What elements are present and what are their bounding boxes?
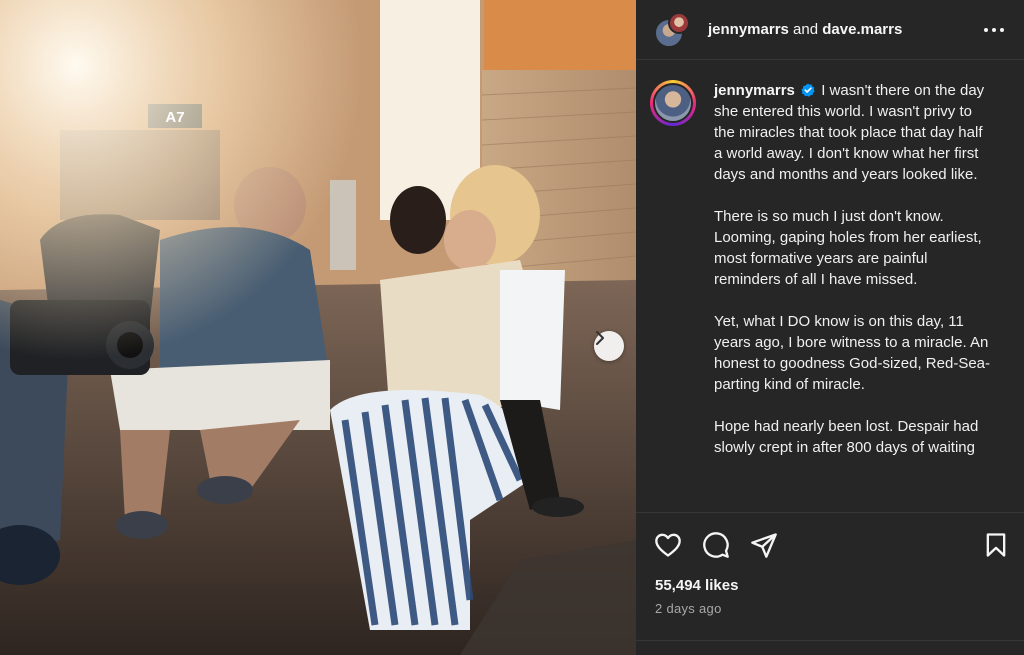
more-icon[interactable] <box>984 20 1004 40</box>
caption-area: jennymarrs I wasn't there on the day she… <box>636 60 1024 512</box>
caption-paragraph: There is so much I just don't know. Loom… <box>714 208 982 288</box>
caption-avatar[interactable] <box>650 80 696 126</box>
next-photo-button[interactable] <box>594 331 624 361</box>
comment-icon[interactable] <box>702 531 730 559</box>
username-link[interactable]: jennymarrs <box>708 21 789 38</box>
username-link[interactable]: dave.marrs <box>822 21 902 38</box>
photo-scene: A7 <box>0 0 636 655</box>
collab-avatars[interactable] <box>652 11 692 48</box>
avatar[interactable] <box>668 11 690 34</box>
post-timestamp[interactable]: 2 days ago <box>655 601 722 616</box>
heart-icon[interactable] <box>654 531 682 559</box>
caption-paragraph: Yet, what I DO know is on this day, 11 y… <box>714 313 990 393</box>
caption-username[interactable]: jennymarrs <box>714 82 795 99</box>
caption-text: jennymarrs I wasn't there on the day she… <box>714 80 994 512</box>
send-icon[interactable] <box>750 531 778 559</box>
header-joiner: and <box>793 21 819 38</box>
likes-count[interactable]: 55,494 likes <box>655 577 738 594</box>
caption-paragraph: Hope had nearly been lost. Despair had s… <box>714 418 979 456</box>
verified-badge-icon <box>801 83 815 97</box>
collab-names: jennymarrs and dave.marrs <box>708 21 902 38</box>
caption-paragraph: jennymarrs I wasn't there on the day she… <box>714 80 994 185</box>
post-photo[interactable]: A7 <box>0 0 636 655</box>
divider <box>636 640 1024 641</box>
gate-sign-text: A7 <box>165 109 184 126</box>
post-header: jennymarrs and dave.marrs <box>636 0 1024 60</box>
action-bar <box>636 512 1024 576</box>
chevron-right-icon <box>596 331 604 345</box>
post-side-panel: jennymarrs and dave.marrs jennymarrs I w… <box>636 0 1024 655</box>
bookmark-icon[interactable] <box>982 531 1010 559</box>
